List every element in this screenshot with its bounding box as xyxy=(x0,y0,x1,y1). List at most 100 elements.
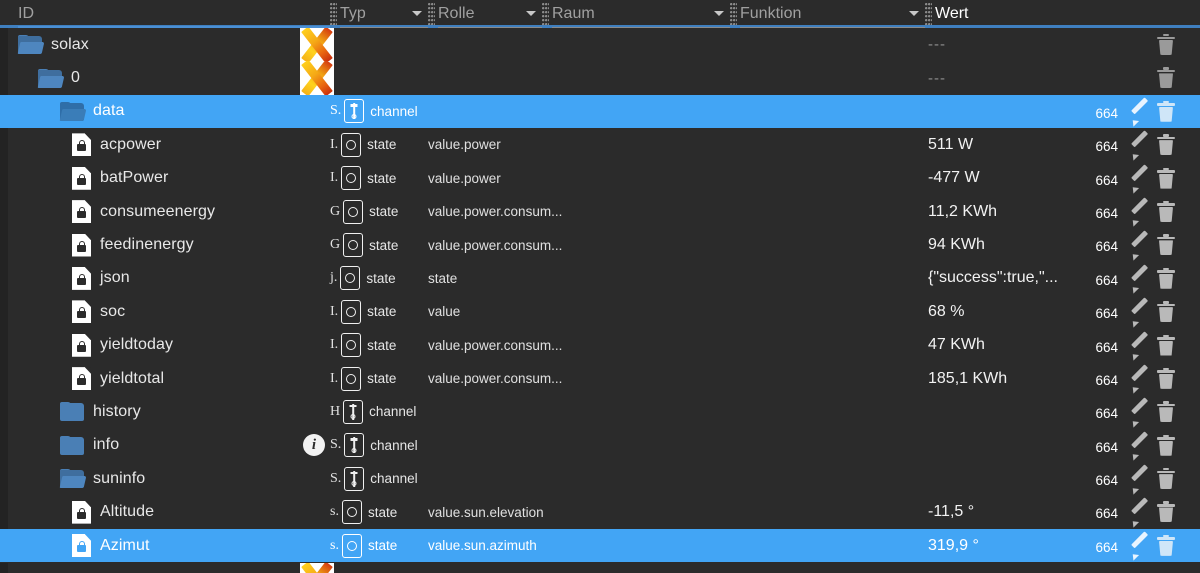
edit-object-button[interactable] xyxy=(1129,464,1152,495)
delete-object-button[interactable] xyxy=(1156,34,1178,58)
pencil-icon[interactable] xyxy=(1129,464,1152,495)
trash-icon[interactable] xyxy=(1156,234,1176,256)
column-resize-grip-icon[interactable] xyxy=(428,3,435,25)
edit-object-button[interactable] xyxy=(1129,264,1152,294)
edit-object-button[interactable] xyxy=(1129,97,1152,127)
row-name-cell[interactable]: consumeenergy xyxy=(72,200,215,224)
table-row[interactable]: json j. state state {"success":true,"... 664 xyxy=(0,261,1200,296)
delete-object-button[interactable] xyxy=(1156,501,1178,525)
trash-icon[interactable] xyxy=(1156,401,1176,423)
table-row[interactable]: history Hchannel 664 xyxy=(0,395,1200,429)
table-row[interactable]: consumeenergy Gstate value.power.consum...… xyxy=(0,194,1200,229)
trash-icon[interactable] xyxy=(1156,334,1176,357)
row-name-cell[interactable]: yieldtoday xyxy=(72,333,173,357)
row-name-cell[interactable]: batPower xyxy=(72,166,168,190)
folder-open-icon[interactable] xyxy=(59,469,87,489)
pencil-icon[interactable] xyxy=(1129,264,1152,294)
folder-open-icon[interactable] xyxy=(17,35,45,55)
edit-object-button[interactable] xyxy=(1129,431,1152,461)
edit-object-button[interactable] xyxy=(1129,163,1152,194)
row-name-cell[interactable]: suninfo xyxy=(59,469,145,489)
delete-object-button[interactable] xyxy=(1156,67,1178,91)
row-name-cell[interactable]: info xyxy=(60,435,119,455)
trash-icon[interactable] xyxy=(1156,134,1176,156)
edit-object-button[interactable] xyxy=(1129,197,1152,228)
chevron-down-icon[interactable] xyxy=(412,11,422,16)
trash-icon[interactable] xyxy=(1156,434,1176,457)
pencil-icon[interactable] xyxy=(1129,397,1152,428)
delete-object-button[interactable] xyxy=(1156,468,1178,492)
chevron-down-icon[interactable] xyxy=(714,11,724,16)
folder-icon[interactable] xyxy=(60,402,84,422)
edit-object-button[interactable] xyxy=(1129,531,1152,561)
row-name-cell[interactable]: data xyxy=(59,101,125,121)
delete-object-button[interactable] xyxy=(1156,267,1178,292)
row-name-cell[interactable]: feedinenergy xyxy=(72,233,194,257)
edit-object-button[interactable] xyxy=(1129,130,1152,161)
info-circle-icon[interactable]: i xyxy=(303,434,325,457)
delete-object-button[interactable] xyxy=(1156,167,1178,192)
delete-object-button[interactable] xyxy=(1156,434,1178,459)
column-resize-grip-icon[interactable] xyxy=(330,3,337,25)
chevron-down-icon[interactable] xyxy=(526,11,536,16)
edit-object-button[interactable] xyxy=(1129,497,1152,528)
pencil-icon[interactable] xyxy=(1129,364,1152,395)
table-row[interactable]: Azimut s. state value.sun.azimuth 319,9 ° 664 xyxy=(0,528,1200,563)
trash-icon[interactable] xyxy=(1156,34,1176,56)
pencil-icon[interactable] xyxy=(1129,297,1152,328)
edit-object-button[interactable] xyxy=(1129,330,1152,361)
delete-object-button[interactable] xyxy=(1156,334,1178,359)
pencil-icon[interactable] xyxy=(1129,431,1152,461)
row-name-cell[interactable]: solax xyxy=(17,35,89,55)
chevron-down-icon[interactable] xyxy=(909,11,919,16)
delete-object-button[interactable] xyxy=(1156,401,1178,425)
table-row[interactable]: suninfo S. channel 664 xyxy=(0,462,1200,496)
edit-object-button[interactable] xyxy=(1129,230,1152,261)
edit-object-button[interactable] xyxy=(1129,364,1152,395)
pencil-icon[interactable] xyxy=(1129,497,1152,528)
table-row[interactable]: soc I. state value 68 % 664 xyxy=(0,295,1200,329)
trash-icon[interactable] xyxy=(1156,167,1176,190)
folder-open-icon[interactable] xyxy=(59,101,87,121)
pencil-icon[interactable] xyxy=(1129,197,1152,228)
trash-icon[interactable] xyxy=(1156,200,1176,223)
trash-icon[interactable] xyxy=(1156,267,1176,290)
edit-object-button[interactable] xyxy=(1129,297,1152,328)
row-name-cell[interactable]: Azimut xyxy=(72,534,150,558)
pencil-icon[interactable] xyxy=(1129,130,1152,161)
edit-object-button[interactable] xyxy=(1129,397,1152,428)
trash-icon[interactable] xyxy=(1156,534,1176,557)
trash-icon[interactable] xyxy=(1156,301,1176,323)
table-row[interactable]: yieldtoday I. state value.power.consum... 47… xyxy=(0,328,1200,362)
trash-icon[interactable] xyxy=(1156,501,1176,523)
pencil-icon[interactable] xyxy=(1129,97,1152,127)
table-row[interactable]: info i S. channel 664 xyxy=(0,428,1200,463)
row-name-cell[interactable]: soc xyxy=(72,300,125,324)
row-name-cell[interactable]: Altitude xyxy=(72,500,154,524)
table-row[interactable]: batPower I. state value.power -477 W 664 xyxy=(0,161,1200,195)
folder-icon[interactable] xyxy=(60,435,84,455)
delete-object-button[interactable] xyxy=(1156,200,1178,225)
table-row[interactable]: solax --- xyxy=(0,27,1200,62)
column-header-funktion[interactable]: Funktion xyxy=(730,0,925,28)
column-header-raum[interactable]: Raum xyxy=(542,0,730,28)
table-row[interactable]: feedinenergy Gstate value.power.consum... 9… xyxy=(0,228,1200,262)
trash-icon[interactable] xyxy=(1156,468,1176,490)
column-resize-grip-icon[interactable] xyxy=(925,3,932,25)
row-name-cell[interactable]: json xyxy=(72,266,130,290)
table-row[interactable]: yieldtotal I. state value.power.consum... 18… xyxy=(0,361,1200,396)
column-resize-grip-icon[interactable] xyxy=(730,3,737,25)
delete-object-button[interactable] xyxy=(1156,100,1178,125)
trash-icon[interactable] xyxy=(1156,367,1176,390)
pencil-icon[interactable] xyxy=(1129,230,1152,261)
table-row[interactable]: 0 --- xyxy=(0,61,1200,96)
column-header-typ[interactable]: Typ xyxy=(330,0,428,28)
row-name-cell[interactable]: 0 xyxy=(37,68,80,88)
row-name-cell[interactable]: history xyxy=(60,402,141,422)
trash-icon[interactable] xyxy=(1156,67,1176,89)
row-name-cell[interactable]: yieldtotal xyxy=(72,367,164,391)
row-name-cell[interactable]: acpower xyxy=(72,133,161,157)
table-row[interactable]: data S. channel 664 xyxy=(0,94,1200,129)
delete-object-button[interactable] xyxy=(1156,301,1178,325)
column-header-wert[interactable]: Wert xyxy=(925,0,1200,28)
